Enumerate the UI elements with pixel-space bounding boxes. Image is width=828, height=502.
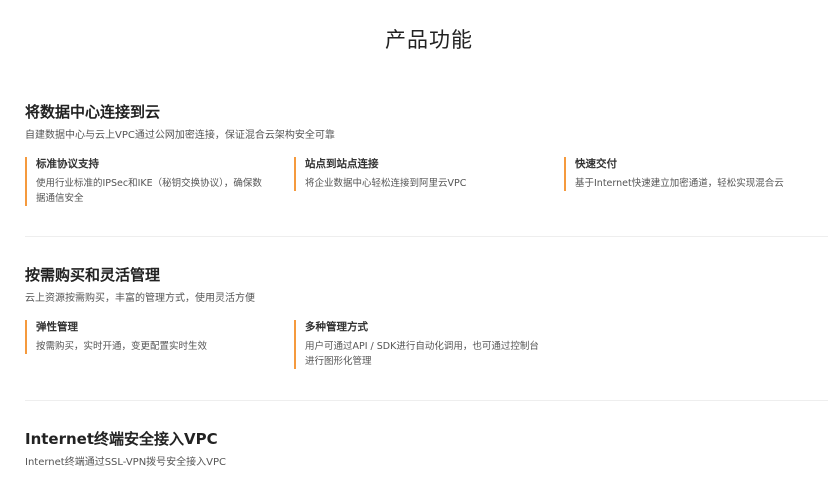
feature-description-line: 按需购买，实时开通，变更配置实时生效: [36, 341, 208, 352]
feature-list: 标准协议支持 使用行业标准的IPSec和IKE（秘钥交换协议），确保数 据通信安…: [25, 157, 828, 209]
feature-description: 用户可通过API / SDK进行自动化调用，也可通过控制台 进行图形化管理: [305, 339, 554, 369]
section-divider: [25, 236, 828, 237]
feature-title: 站点到站点连接: [305, 158, 379, 170]
feature-description-line: 基于Internet快速建立加密通道，轻松实现混合云: [575, 178, 784, 189]
feature-title: 多种管理方式: [305, 321, 368, 333]
feature-multiple-management-modes: 多种管理方式 用户可通过API / SDK进行自动化调用，也可通过控制台 进行图…: [294, 320, 554, 369]
feature-title: 弹性管理: [36, 321, 78, 333]
feature-description-line: 进行图形化管理: [305, 356, 372, 367]
feature-list: 弹性管理 按需购买，实时开通，变更配置实时生效 多种管理方式 用户可通过API …: [25, 320, 828, 372]
feature-title: 标准协议支持: [36, 158, 99, 170]
section-datacenter-to-cloud: 将数据中心连接到云 自建数据中心与云上VPC通过公网加密连接，保证混合云架构安全…: [25, 102, 828, 209]
feature-description-line: 使用行业标准的IPSec和IKE（秘钥交换协议），确保数: [36, 178, 262, 189]
section-internet-terminal-access: Internet终端安全接入VPC Internet终端通过SSL-VPN拨号安…: [25, 429, 828, 470]
section-description: Internet终端通过SSL-VPN拨号安全接入VPC: [25, 457, 227, 468]
feature-description-line: 用户可通过API / SDK进行自动化调用，也可通过控制台: [305, 341, 539, 352]
feature-description-line: 据通信安全: [36, 193, 84, 204]
feature-description: 基于Internet快速建立加密通道，轻松实现混合云: [575, 176, 828, 191]
page-title: 产品功能: [385, 28, 473, 52]
feature-description-line: 将企业数据中心轻松连接到阿里云VPC: [305, 178, 467, 189]
feature-site-to-site: 站点到站点连接 将企业数据中心轻松连接到阿里云VPC: [294, 157, 554, 191]
section-description: 云上资源按需购买，丰富的管理方式，使用灵活方便: [25, 293, 255, 304]
section-title: 将数据中心连接到云: [25, 103, 161, 121]
feature-elastic-management: 弹性管理 按需购买，实时开通，变更配置实时生效: [25, 320, 285, 354]
section-title: Internet终端安全接入VPC: [25, 430, 218, 448]
feature-standard-protocol: 标准协议支持 使用行业标准的IPSec和IKE（秘钥交换协议），确保数 据通信安…: [25, 157, 285, 206]
section-on-demand-management: 按需购买和灵活管理 云上资源按需购买，丰富的管理方式，使用灵活方便 弹性管理 按…: [25, 265, 828, 372]
section-title: 按需购买和灵活管理: [25, 266, 161, 284]
section-divider: [25, 400, 828, 401]
section-description: 自建数据中心与云上VPC通过公网加密连接，保证混合云架构安全可靠: [25, 130, 335, 141]
feature-title: 快速交付: [575, 158, 617, 170]
feature-description: 将企业数据中心轻松连接到阿里云VPC: [305, 176, 554, 191]
feature-fast-delivery: 快速交付 基于Internet快速建立加密通道，轻松实现混合云: [564, 157, 828, 191]
feature-description: 按需购买，实时开通，变更配置实时生效: [36, 339, 285, 354]
feature-description: 使用行业标准的IPSec和IKE（秘钥交换协议），确保数 据通信安全: [36, 176, 285, 206]
